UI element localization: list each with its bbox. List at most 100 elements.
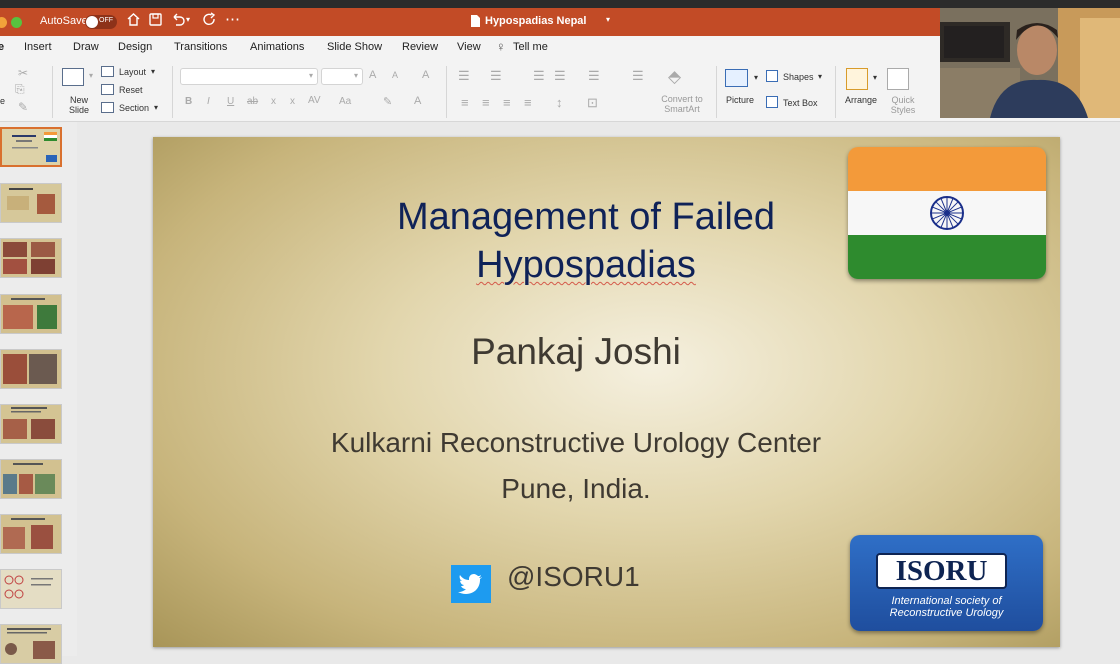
slide-thumbnail[interactable]: [0, 624, 62, 664]
undo-icon[interactable]: [170, 12, 186, 31]
affiliation-line2[interactable]: Pune, India.: [153, 473, 999, 505]
decrease-indent-icon[interactable]: ☰: [533, 68, 545, 84]
new-slide-dropdown-icon[interactable]: ▾: [89, 71, 93, 80]
convert-smartart-button[interactable]: Convert to SmartArt: [656, 94, 708, 114]
align-left-icon[interactable]: ≡: [461, 95, 469, 110]
columns-icon[interactable]: ☰: [632, 68, 644, 84]
tab-draw[interactable]: Draw: [73, 41, 99, 53]
affiliation-line1[interactable]: Kulkarni Reconstructive Urology Center: [153, 427, 999, 459]
align-text-icon[interactable]: ⊡: [587, 95, 598, 111]
slide-thumbnail[interactable]: [0, 459, 62, 499]
slide-thumbnail[interactable]: [0, 349, 62, 389]
tab-animations[interactable]: Animations: [250, 41, 304, 53]
smartart-icon[interactable]: ⬘: [668, 67, 681, 87]
picture-icon[interactable]: [725, 69, 748, 87]
picture-button[interactable]: Picture: [726, 95, 754, 105]
tab-transitions[interactable]: Transitions: [174, 41, 227, 53]
arrange-icon[interactable]: [846, 68, 868, 90]
bold-icon[interactable]: B: [185, 96, 192, 107]
undo-dropdown-icon[interactable]: ▾: [186, 15, 190, 24]
webcam-video-overlay: [940, 8, 1120, 118]
font-color-icon[interactable]: A: [414, 95, 421, 107]
font-family-dropdown-icon[interactable]: ▾: [309, 71, 313, 80]
ribbon-separator: [835, 66, 836, 118]
document-title[interactable]: Hypospadias Nepal: [485, 15, 586, 27]
numbering-icon[interactable]: ☰: [490, 68, 502, 84]
superscript-icon[interactable]: x: [271, 96, 276, 107]
section-button[interactable]: Section: [119, 103, 149, 113]
quick-styles-icon[interactable]: [887, 68, 909, 90]
tab-home[interactable]: e: [0, 41, 4, 53]
quick-styles-button[interactable]: Quick Styles: [889, 95, 917, 115]
new-slide-icon[interactable]: [62, 68, 84, 86]
tab-design[interactable]: Design: [118, 41, 152, 53]
layout-dropdown-icon[interactable]: ▾: [151, 67, 155, 76]
change-case-icon[interactable]: Aa: [339, 96, 351, 107]
ashoka-chakra-icon: [930, 196, 964, 230]
bullets-icon[interactable]: ☰: [458, 68, 470, 84]
increase-font-icon[interactable]: A: [369, 69, 376, 81]
slide-thumbnail[interactable]: [0, 569, 62, 609]
flag-white-band: [848, 191, 1046, 235]
font-family-select[interactable]: [180, 68, 318, 85]
shapes-dropdown-icon[interactable]: ▾: [818, 72, 822, 81]
tab-review[interactable]: Review: [402, 41, 438, 53]
twitter-icon: [451, 565, 491, 603]
more-icon[interactable]: ⋯: [225, 10, 240, 28]
picture-dropdown-icon[interactable]: ▾: [754, 73, 758, 82]
highlight-icon[interactable]: ✎: [383, 95, 392, 108]
text-direction-icon[interactable]: ↕: [556, 95, 563, 110]
decrease-font-icon[interactable]: A: [392, 70, 398, 80]
india-flag-image[interactable]: [848, 147, 1046, 279]
presenter-name[interactable]: Pankaj Joshi: [153, 331, 999, 373]
tab-view[interactable]: View: [457, 41, 481, 53]
reset-button[interactable]: Reset: [119, 85, 143, 95]
save-icon[interactable]: [148, 12, 163, 31]
text-box-button[interactable]: Text Box: [783, 98, 818, 108]
align-right-icon[interactable]: ≡: [503, 95, 511, 110]
italic-icon[interactable]: I: [207, 96, 210, 107]
current-slide[interactable]: Management of Failed Hypospadias Pankaj …: [153, 137, 1060, 647]
format-painter-icon[interactable]: ✎: [18, 100, 28, 114]
webcam-feed-image: [940, 8, 1120, 118]
clear-formatting-icon[interactable]: A: [422, 69, 429, 81]
line-spacing-icon[interactable]: ☰: [588, 68, 600, 84]
increase-indent-icon[interactable]: ☰: [554, 68, 566, 84]
copy-icon[interactable]: ⎘: [15, 82, 25, 97]
slide-thumbnail[interactable]: [0, 404, 62, 444]
section-dropdown-icon[interactable]: ▾: [154, 103, 158, 112]
slide-thumbnail[interactable]: [0, 183, 62, 223]
thumbnail-preview: [3, 298, 57, 329]
home-icon[interactable]: [126, 12, 141, 31]
tab-insert[interactable]: Insert: [24, 41, 52, 53]
tell-me-search[interactable]: Tell me: [513, 41, 548, 53]
arrange-dropdown-icon[interactable]: ▾: [873, 73, 877, 82]
title-dropdown-icon[interactable]: ▾: [606, 15, 610, 24]
autosave-toggle[interactable]: OFF: [85, 15, 117, 29]
thumbnail-preview: [3, 242, 55, 274]
twitter-handle[interactable]: @ISORU1: [507, 561, 640, 593]
ribbon-separator: [172, 66, 173, 118]
slide-thumbnail[interactable]: [0, 127, 62, 167]
tab-slide-show[interactable]: Slide Show: [327, 41, 382, 53]
underline-icon[interactable]: U: [227, 96, 234, 107]
cut-icon[interactable]: ✂: [18, 66, 28, 80]
justify-icon[interactable]: ≡: [524, 95, 532, 110]
new-slide-label[interactable]: New Slide: [66, 95, 92, 115]
strikethrough-icon[interactable]: ab: [247, 96, 258, 107]
layout-button[interactable]: Layout: [119, 67, 146, 77]
align-center-icon[interactable]: ≡: [482, 95, 490, 110]
toggle-knob: [86, 16, 98, 28]
subscript-icon[interactable]: x: [290, 96, 295, 107]
font-size-dropdown-icon[interactable]: ▾: [354, 71, 358, 80]
redo-icon[interactable]: [202, 12, 217, 31]
isoru-logo[interactable]: ISORU International society of Reconstru…: [850, 535, 1043, 631]
slide-thumbnail[interactable]: [0, 238, 62, 278]
slide-thumbnail[interactable]: [0, 294, 62, 334]
shapes-button[interactable]: Shapes: [783, 72, 814, 82]
window-minimize-button[interactable]: [0, 17, 7, 28]
character-spacing-icon[interactable]: AV: [308, 95, 321, 106]
slide-thumbnail[interactable]: [0, 514, 62, 554]
window-zoom-button[interactable]: [11, 17, 22, 28]
arrange-button[interactable]: Arrange: [845, 95, 877, 105]
